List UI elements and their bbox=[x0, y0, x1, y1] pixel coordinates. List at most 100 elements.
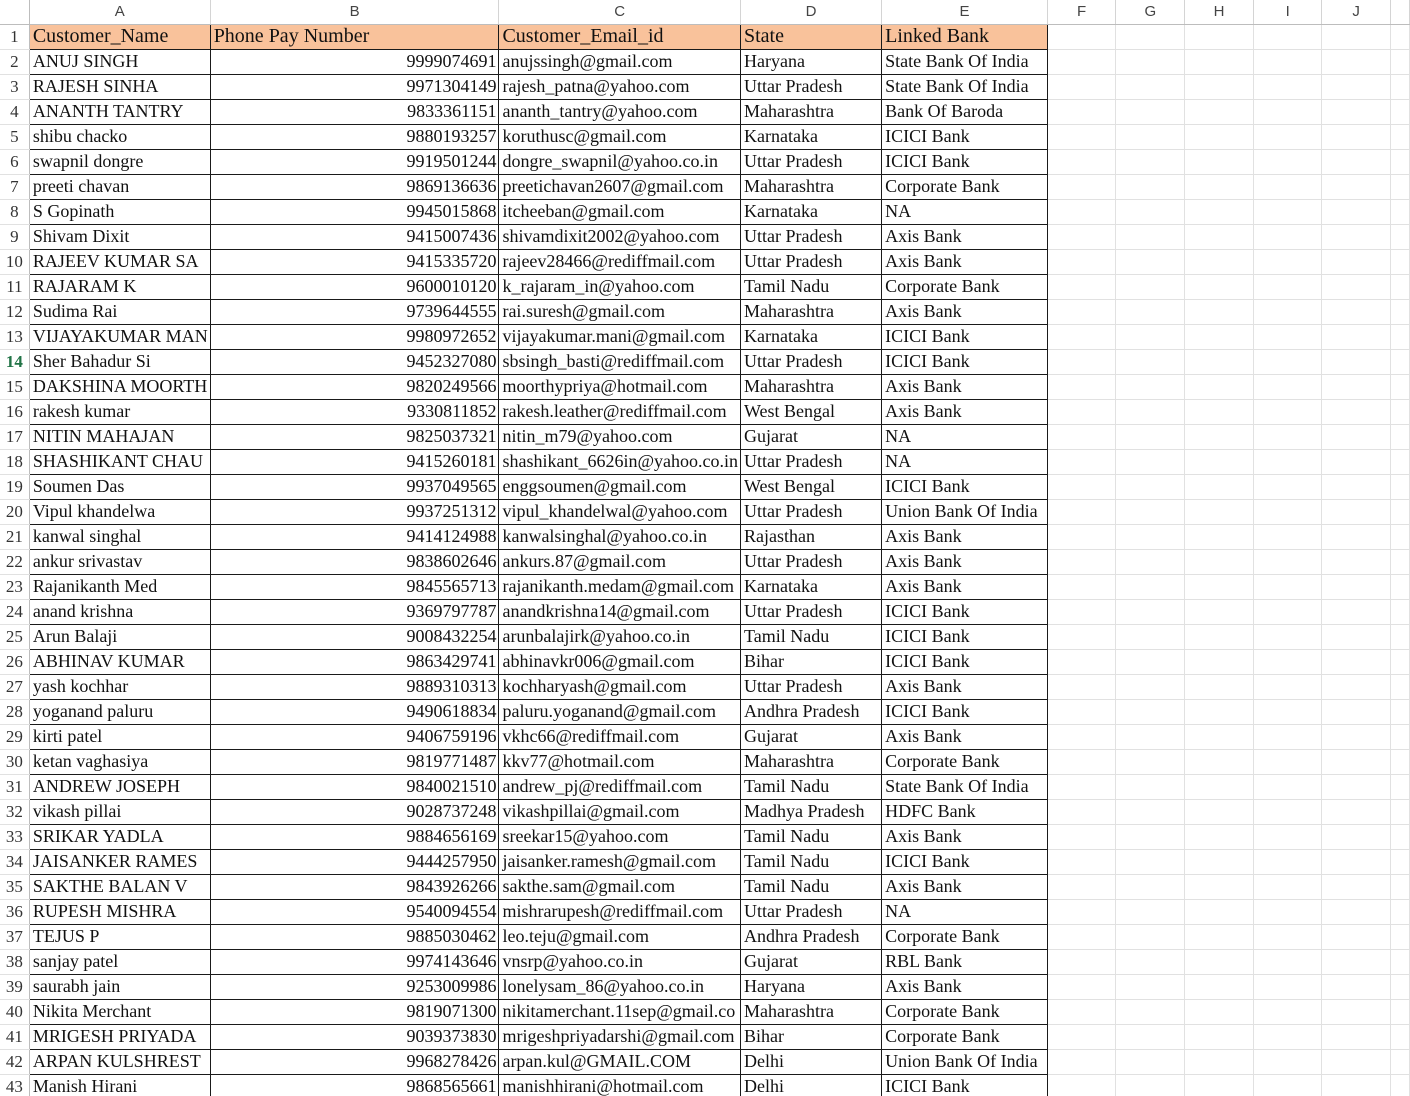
cell-customer-name[interactable]: swapnil dongre bbox=[28, 149, 211, 175]
empty-cell[interactable] bbox=[1047, 149, 1117, 175]
empty-cell[interactable] bbox=[1321, 799, 1391, 825]
cell-email[interactable]: shivamdixit2002@yahoo.com bbox=[498, 224, 741, 250]
cell-phone[interactable]: 9999074691 bbox=[210, 49, 500, 75]
empty-cell[interactable] bbox=[1321, 524, 1391, 550]
cell-customer-name[interactable]: Vipul khandelwa bbox=[28, 499, 211, 525]
empty-cell[interactable] bbox=[1390, 49, 1410, 75]
empty-cell[interactable] bbox=[1390, 724, 1410, 750]
cell-phone[interactable]: 9838602646 bbox=[210, 549, 500, 575]
empty-cell[interactable] bbox=[1390, 349, 1410, 375]
empty-cell[interactable] bbox=[1253, 199, 1323, 225]
column-header-d[interactable]: D bbox=[740, 0, 883, 25]
row-header[interactable]: 28 bbox=[0, 699, 30, 725]
cell-bank[interactable]: State Bank Of India bbox=[881, 74, 1048, 100]
cell-customer-name[interactable]: Nikita Merchant bbox=[28, 999, 211, 1025]
cell-email[interactable]: vnsrp@yahoo.co.in bbox=[498, 949, 741, 975]
row-header[interactable]: 39 bbox=[0, 974, 30, 1000]
empty-cell[interactable] bbox=[1115, 624, 1186, 650]
empty-cell[interactable] bbox=[1047, 399, 1117, 425]
empty-cell[interactable] bbox=[1253, 449, 1323, 475]
empty-cell[interactable] bbox=[1253, 1074, 1323, 1096]
empty-cell[interactable] bbox=[1184, 249, 1254, 275]
cell-bank[interactable]: ICICI Bank bbox=[881, 599, 1048, 625]
empty-cell[interactable] bbox=[1390, 624, 1410, 650]
empty-cell[interactable] bbox=[1253, 324, 1323, 350]
spreadsheet-grid[interactable]: A B C D E F G H I J 1 Customer_Name Phon… bbox=[0, 0, 1410, 1096]
empty-cell[interactable] bbox=[1115, 199, 1186, 225]
header-cell-phone[interactable]: Phone Pay Number bbox=[210, 23, 500, 50]
empty-cell[interactable] bbox=[1115, 124, 1186, 150]
column-header-j[interactable]: J bbox=[1321, 0, 1391, 25]
empty-cell[interactable] bbox=[1115, 249, 1186, 275]
cell-bank[interactable]: Union Bank Of India bbox=[881, 499, 1048, 525]
empty-cell[interactable] bbox=[1047, 799, 1117, 825]
empty-cell[interactable] bbox=[1390, 649, 1410, 675]
cell-email[interactable]: lonelysam_86@yahoo.co.in bbox=[498, 974, 741, 1000]
empty-cell[interactable] bbox=[1321, 674, 1391, 700]
cell-customer-name[interactable]: yoganand paluru bbox=[28, 699, 211, 725]
row-header[interactable]: 6 bbox=[0, 149, 30, 175]
empty-cell[interactable] bbox=[1184, 74, 1254, 100]
empty-cell[interactable] bbox=[1253, 899, 1323, 925]
empty-cell[interactable] bbox=[1115, 774, 1186, 800]
empty-cell[interactable] bbox=[1390, 174, 1410, 200]
cell-email[interactable]: mishrarupesh@rediffmail.com bbox=[498, 899, 741, 925]
empty-cell[interactable] bbox=[1047, 899, 1117, 925]
empty-cell[interactable] bbox=[1184, 749, 1254, 775]
empty-cell[interactable] bbox=[1321, 274, 1391, 300]
cell-bank[interactable]: ICICI Bank bbox=[881, 1074, 1048, 1096]
empty-cell[interactable] bbox=[1390, 924, 1410, 950]
empty-cell[interactable] bbox=[1321, 874, 1391, 900]
empty-cell[interactable] bbox=[1047, 849, 1117, 875]
column-header-g[interactable]: G bbox=[1115, 0, 1186, 25]
empty-cell[interactable] bbox=[1184, 374, 1254, 400]
cell-customer-name[interactable]: RAJEEV KUMAR SA bbox=[28, 249, 211, 275]
empty-cell[interactable] bbox=[1184, 1074, 1254, 1096]
cell-bank[interactable]: ICICI Bank bbox=[881, 849, 1048, 875]
empty-cell[interactable] bbox=[1115, 299, 1186, 325]
cell-bank[interactable]: Axis Bank bbox=[881, 299, 1048, 325]
empty-cell[interactable] bbox=[1115, 674, 1186, 700]
cell-phone[interactable]: 9945015868 bbox=[210, 199, 500, 225]
cell-customer-name[interactable]: vikash pillai bbox=[28, 799, 211, 825]
empty-cell[interactable] bbox=[1253, 474, 1323, 500]
empty-cell[interactable] bbox=[1184, 524, 1254, 550]
empty-cell[interactable] bbox=[1253, 49, 1323, 75]
cell-email[interactable]: rajesh_patna@yahoo.com bbox=[498, 74, 741, 100]
header-cell-email[interactable]: Customer_Email_id bbox=[498, 23, 741, 50]
empty-cell[interactable] bbox=[1390, 824, 1410, 850]
empty-cell[interactable] bbox=[1184, 924, 1254, 950]
empty-cell[interactable] bbox=[1321, 449, 1391, 475]
cell-customer-name[interactable]: sanjay patel bbox=[28, 949, 211, 975]
cell-state[interactable]: Tamil Nadu bbox=[740, 774, 883, 800]
cell-email[interactable]: manishhirani@hotmail.com bbox=[498, 1074, 741, 1096]
empty-cell[interactable] bbox=[1115, 499, 1186, 525]
cell-bank[interactable]: Axis Bank bbox=[881, 249, 1048, 275]
empty-cell[interactable] bbox=[1253, 974, 1323, 1000]
cell-state[interactable]: Uttar Pradesh bbox=[740, 74, 883, 100]
cell-phone[interactable]: 9980972652 bbox=[210, 324, 500, 350]
empty-cell[interactable] bbox=[1115, 1024, 1186, 1050]
empty-cell[interactable] bbox=[1047, 824, 1117, 850]
empty-cell[interactable] bbox=[1047, 74, 1117, 100]
empty-cell[interactable] bbox=[1321, 349, 1391, 375]
cell-phone[interactable]: 9330811852 bbox=[210, 399, 500, 425]
empty-cell[interactable] bbox=[1047, 999, 1117, 1025]
empty-cell[interactable] bbox=[1390, 499, 1410, 525]
column-header-k-partial[interactable] bbox=[1390, 0, 1410, 25]
empty-cell[interactable] bbox=[1184, 799, 1254, 825]
empty-cell[interactable] bbox=[1047, 374, 1117, 400]
cell-phone[interactable]: 9415335720 bbox=[210, 249, 500, 275]
cell-customer-name[interactable]: yash kochhar bbox=[28, 674, 211, 700]
cell-state[interactable]: Uttar Pradesh bbox=[740, 499, 883, 525]
cell-phone[interactable]: 9739644555 bbox=[210, 299, 500, 325]
empty-cell[interactable] bbox=[1184, 649, 1254, 675]
cell-phone[interactable]: 9444257950 bbox=[210, 849, 500, 875]
cell-state[interactable]: Maharashtra bbox=[740, 999, 883, 1025]
cell-phone[interactable]: 9863429741 bbox=[210, 649, 500, 675]
cell-phone[interactable]: 9889310313 bbox=[210, 674, 500, 700]
empty-cell[interactable] bbox=[1390, 1024, 1410, 1050]
cell-state[interactable]: West Bengal bbox=[740, 474, 883, 500]
cell-bank[interactable]: ICICI Bank bbox=[881, 624, 1048, 650]
empty-cell[interactable] bbox=[1184, 149, 1254, 175]
